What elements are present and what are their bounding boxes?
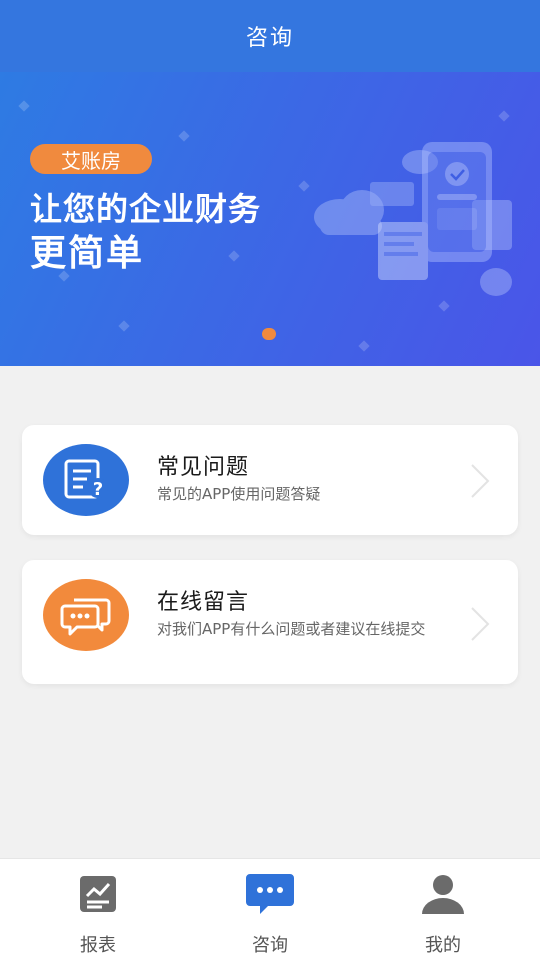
chat-message-icon (244, 871, 296, 917)
chevron-right-icon (471, 607, 490, 641)
chat-bubbles-icon (43, 579, 129, 651)
tab-report-label: 报表 (80, 935, 116, 956)
tab-mine-label: 我的 (425, 935, 461, 956)
person-icon (417, 871, 469, 917)
message-card[interactable]: 在线留言 对我们APP有什么问题或者建议在线提交 (22, 560, 518, 684)
promo-banner[interactable]: 艾账房 让您的企业财务 更简单 (0, 72, 540, 366)
carousel-indicator[interactable] (262, 328, 276, 340)
tab-report[interactable]: 报表 (8, 859, 188, 960)
app-root: 咨询 艾账房 让您的企业财务 更简单 ? 常见问题 常见的APP使用问题答疑 在… (0, 0, 540, 960)
top-bar: 咨询 (0, 0, 540, 72)
banner-subheadline: 更简单 (30, 233, 145, 274)
faq-subtitle: 常见的APP使用问题答疑 (157, 485, 321, 503)
tab-consult-label: 咨询 (252, 935, 288, 956)
bottom-tab-bar: 报表 咨询 我的 (0, 858, 540, 960)
tab-mine[interactable]: 我的 (353, 859, 533, 960)
faq-title: 常见问题 (157, 455, 250, 480)
faq-list-icon: ? (43, 444, 129, 516)
message-subtitle: 对我们APP有什么问题或者建议在线提交 (157, 620, 426, 638)
page-title: 咨询 (245, 26, 294, 51)
tab-consult[interactable]: 咨询 (180, 859, 360, 960)
finance-illustration (314, 142, 512, 296)
svg-text:?: ? (93, 479, 103, 500)
faq-card[interactable]: ? 常见问题 常见的APP使用问题答疑 (22, 425, 518, 535)
report-chart-icon (72, 871, 124, 917)
brand-tag: 艾账房 (30, 144, 152, 174)
chevron-right-icon (471, 464, 490, 498)
message-title: 在线留言 (157, 590, 250, 615)
